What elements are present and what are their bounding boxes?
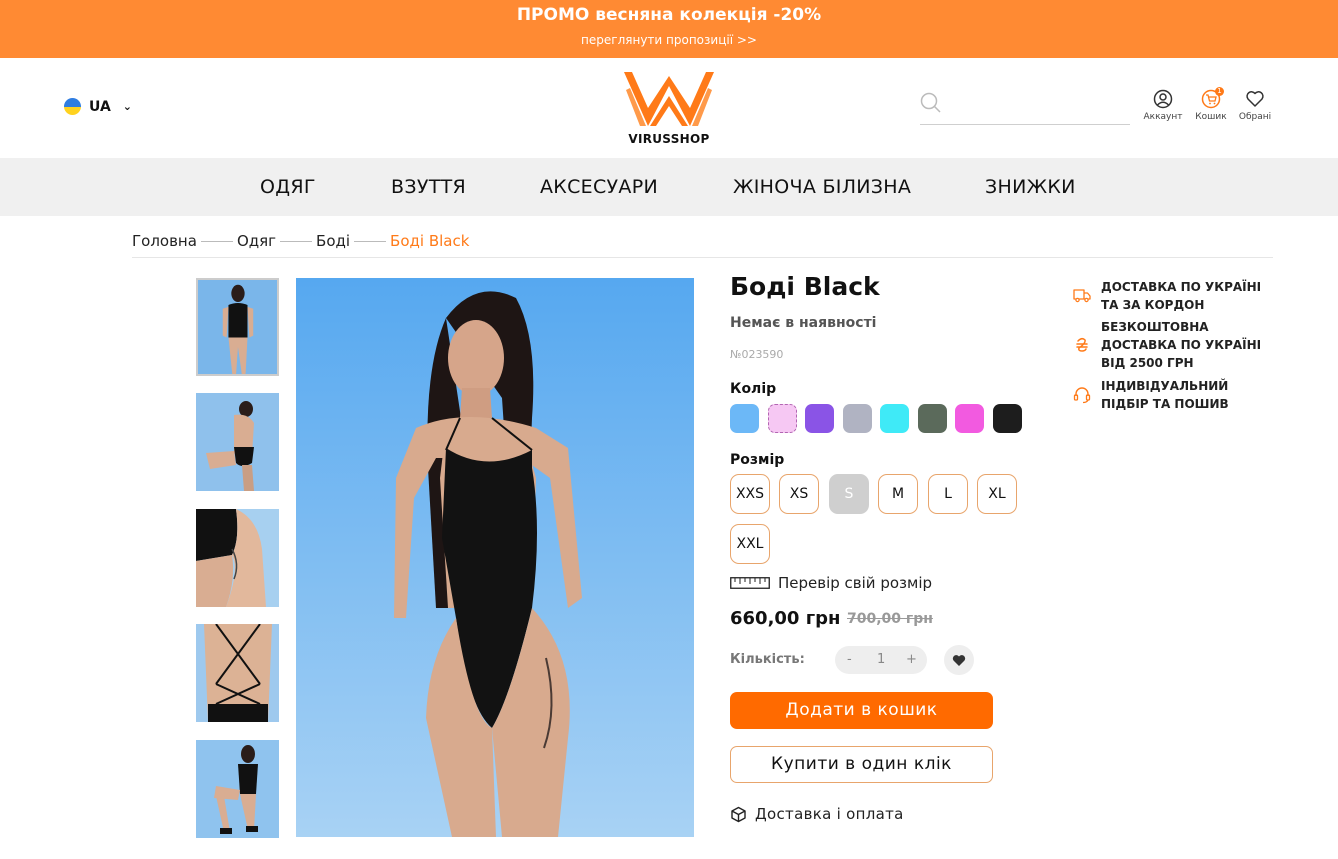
promo-title: ПРОМО весняна колекція -20% [516, 5, 822, 25]
delivery-payment-label: Доставка і оплата [755, 805, 904, 823]
account-label: Аккаунт [1143, 112, 1183, 122]
nav-item-sale[interactable]: ЗНИЖКИ [985, 176, 1076, 198]
gallery-thumbnail[interactable] [196, 624, 279, 722]
size-option-s[interactable]: S [829, 474, 869, 514]
product-price: 660,00 грн [730, 608, 841, 629]
account-icon [1153, 89, 1173, 109]
color-swatch[interactable] [805, 404, 834, 433]
promo-bar[interactable]: ПРОМО весняна колекція -20% переглянути … [0, 0, 1338, 58]
color-swatch[interactable] [992, 404, 1022, 433]
product-main-image[interactable] [296, 278, 694, 837]
language-label: UA [89, 98, 111, 115]
gallery-thumbnail[interactable] [196, 278, 279, 376]
size-guide-link[interactable]: Перевір свій розмір [730, 574, 932, 592]
size-option-l[interactable]: L [928, 474, 968, 514]
account-button[interactable]: Аккаунт [1138, 89, 1188, 122]
size-guide-label: Перевір свій розмір [778, 574, 933, 592]
buy-one-click-button[interactable]: Купити в один клік [730, 746, 993, 783]
chevron-down-icon: ⌄ [122, 100, 132, 113]
quantity-label: Кількість: [730, 652, 805, 667]
quantity-value[interactable]: 1 [877, 652, 885, 667]
benefit-text: ІНДИВІДУАЛЬНИЙ [1101, 379, 1229, 393]
product-old-price: 700,00 грн [847, 611, 933, 627]
nav-item-clothing[interactable]: ОДЯГ [260, 176, 316, 198]
color-swatch[interactable] [917, 404, 947, 433]
size-option-xs[interactable]: XS [779, 474, 819, 514]
hryvnia-icon [1076, 337, 1088, 352]
search-icon[interactable] [920, 92, 942, 114]
benefit-custom-fit: ІНДИВІДУАЛЬНИЙ ПІДБІР ТА ПОШИВ [1073, 377, 1229, 413]
favorites-button[interactable]: Обрані [1230, 89, 1280, 122]
size-label: Розмір [730, 452, 785, 468]
quantity-decrement-button[interactable]: - [847, 652, 852, 667]
cart-label: Кошик [1195, 112, 1227, 122]
product-title: Боді Black [730, 272, 880, 301]
add-to-cart-button[interactable]: Додати в кошик [730, 692, 993, 729]
breadcrumb: Головна Одяг Боді Боді Black [132, 232, 469, 250]
headset-icon [1073, 387, 1091, 404]
color-swatch[interactable] [955, 404, 984, 433]
divider [132, 257, 1273, 258]
benefit-text: ТА ЗА КОРДОН [1101, 298, 1205, 312]
size-option-xxs[interactable]: XXS [730, 474, 770, 514]
favorites-label: Обрані [1238, 112, 1272, 122]
main-nav: ОДЯГ ВЗУТТЯ АКСЕСУАРИ ЖІНОЧА БІЛИЗНА ЗНИ… [0, 158, 1338, 216]
search-bar[interactable] [920, 88, 1130, 125]
truck-icon [1073, 289, 1091, 303]
nav-item-lingerie[interactable]: ЖІНОЧА БІЛИЗНА [733, 176, 911, 198]
heart-icon [1246, 91, 1264, 107]
availability-status: Немає в наявності [730, 315, 877, 331]
benefit-text: ДОСТАВКА ПО УКРАЇНІ [1101, 338, 1262, 352]
nav-item-shoes[interactable]: ВЗУТТЯ [391, 176, 466, 198]
benefit-text: БЕЗКОШТОВНА [1101, 320, 1209, 334]
promo-link[interactable]: переглянути пропозиції >> [0, 33, 1338, 47]
add-to-favorites-button[interactable] [944, 645, 974, 675]
breadcrumb-separator [200, 240, 233, 242]
gallery-thumbnail[interactable] [196, 393, 279, 491]
color-swatch[interactable] [880, 404, 909, 433]
color-swatch[interactable] [730, 404, 759, 433]
benefit-text: ПІДБІР ТА ПОШИВ [1101, 397, 1229, 411]
gallery-thumbnail[interactable] [196, 740, 279, 838]
box-icon [731, 806, 746, 822]
color-swatch[interactable] [767, 404, 797, 433]
benefit-text: ДОСТАВКА ПО УКРАЇНІ [1101, 280, 1262, 294]
breadcrumb-current: Боді Black [390, 232, 470, 250]
cart-button[interactable]: 1 Кошик [1186, 87, 1236, 122]
breadcrumb-separator [354, 240, 387, 242]
size-option-m[interactable]: M [878, 474, 918, 514]
benefit-text: ВІД 2500 ГРН [1101, 356, 1194, 370]
breadcrumb-clothing[interactable]: Одяг [237, 232, 276, 250]
benefit-delivery: ДОСТАВКА ПО УКРАЇНІ ТА ЗА КОРДОН [1073, 278, 1261, 314]
nav-item-accessories[interactable]: АКСЕСУАРИ [540, 176, 658, 198]
ruler-icon [730, 577, 770, 589]
search-input[interactable] [954, 90, 1124, 118]
size-option-xl[interactable]: XL [977, 474, 1017, 514]
gallery-thumbnail[interactable] [196, 509, 279, 607]
quantity-stepper[interactable]: - 1 + [835, 646, 927, 674]
delivery-payment-link[interactable]: Доставка і оплата [730, 805, 904, 823]
breadcrumb-home[interactable]: Головна [132, 232, 197, 250]
color-swatch[interactable] [842, 404, 872, 433]
ukraine-flag-icon [64, 98, 81, 115]
color-label: Колір [730, 381, 777, 397]
breadcrumb-separator [280, 240, 313, 242]
breadcrumb-bodysuits[interactable]: Боді [316, 232, 350, 250]
quantity-increment-button[interactable]: + [906, 652, 917, 667]
heart-icon [952, 654, 966, 666]
product-sku: №023590 [730, 348, 784, 361]
language-selector[interactable]: UA ⌄ [64, 98, 132, 115]
logo-text: VIRUSSHOP [628, 132, 710, 146]
cart-count-badge: 1 [1215, 87, 1224, 96]
size-option-xxl[interactable]: XXL [730, 524, 770, 564]
benefit-free-delivery: БЕЗКОШТОВНА ДОСТАВКА ПО УКРАЇНІ ВІД 2500… [1073, 318, 1261, 372]
